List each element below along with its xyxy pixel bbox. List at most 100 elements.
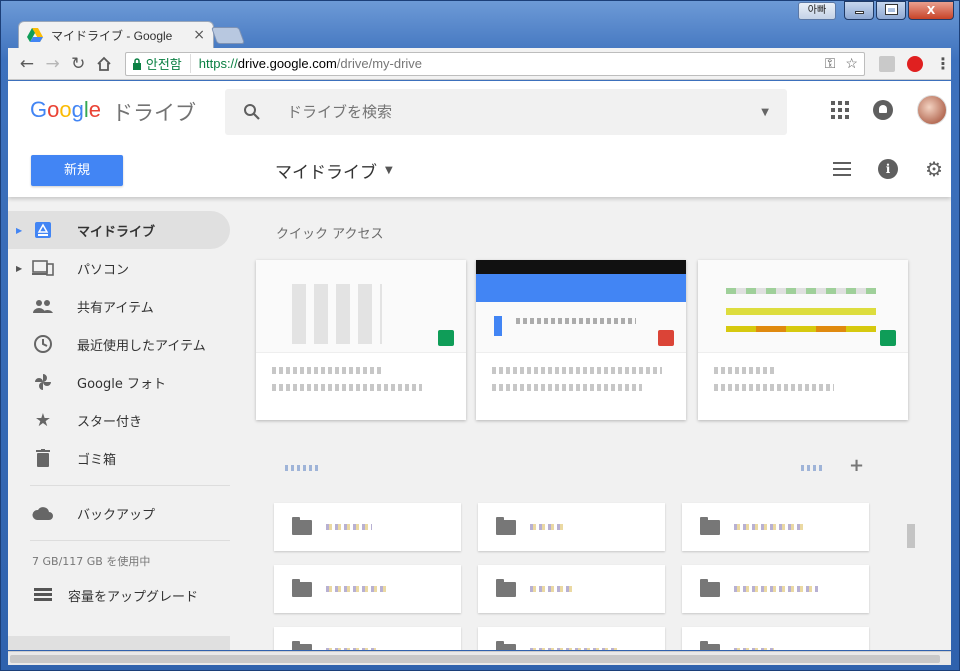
sidebar-item-label: 最近使用したアイテム	[77, 338, 206, 354]
folder-item[interactable]	[274, 503, 461, 551]
browser-toolbar: ← → ↻ 안전함 https:// drive.google.com /dri…	[8, 48, 951, 80]
google-logo[interactable]: Google	[30, 97, 101, 123]
folder-name-obscured	[326, 524, 372, 530]
address-bar[interactable]: 안전함 https:// drive.google.com /drive/my-…	[124, 51, 865, 76]
lock-icon	[132, 57, 141, 70]
sidebar-item-label: バックアップ	[77, 507, 156, 523]
search-icon[interactable]	[243, 103, 261, 121]
horizontal-scrollbar[interactable]	[8, 651, 951, 665]
drive-icon	[32, 219, 54, 241]
folder-icon	[496, 578, 516, 597]
sidebar-item-label: ゴミ箱	[77, 452, 117, 468]
folder-icon	[292, 640, 312, 650]
key-icon[interactable]: ⚿	[825, 55, 836, 72]
expand-arrow-icon[interactable]: ▶	[16, 226, 22, 235]
back-button[interactable]: ←	[14, 51, 40, 77]
folder-item[interactable]	[682, 565, 869, 613]
secure-indicator[interactable]: 안전함	[132, 54, 191, 73]
product-name: ドライブ	[112, 101, 196, 125]
sidebar-item-backup[interactable]: バックアップ	[8, 494, 230, 532]
computers-icon	[32, 257, 54, 279]
add-icon[interactable]: +	[849, 455, 864, 476]
forward-button[interactable]: →	[40, 51, 66, 77]
sidebar-item-trash[interactable]: ゴミ箱	[8, 439, 230, 477]
tab-strip: マイドライブ - Google ×	[8, 18, 948, 48]
avatar[interactable]	[917, 95, 947, 125]
apps-grid-icon[interactable]	[831, 101, 849, 119]
url-host: drive.google.com	[237, 56, 337, 71]
sidebar-divider	[30, 540, 230, 541]
home-icon	[97, 56, 111, 71]
sort-control-obscured[interactable]	[801, 465, 825, 471]
folder-name-obscured	[530, 586, 572, 592]
folder-name-obscured	[734, 586, 818, 592]
tab-my-drive[interactable]: マイドライブ - Google ×	[18, 21, 214, 48]
storage-icon	[32, 584, 54, 606]
sidebar-item-recent[interactable]: 最近使用したアイテム	[8, 325, 230, 363]
tab-title: マイドライブ - Google	[51, 28, 173, 43]
secure-label: 안전함	[145, 57, 182, 72]
minimize-icon	[854, 11, 864, 14]
sidebar-item-starred[interactable]: ★ スター付き	[8, 401, 230, 439]
shared-folder-icon	[700, 516, 720, 535]
search-input[interactable]	[287, 103, 762, 121]
folder-item[interactable]	[682, 503, 869, 551]
quick-access-card[interactable]	[256, 260, 466, 420]
folder-icon	[700, 578, 720, 597]
quick-access-card[interactable]	[476, 260, 686, 420]
drive-header: Google ドライブ ▼ 新規 マイドライブ ▼ i ⚙	[8, 81, 951, 197]
upgrade-storage-link[interactable]: 容量をアップグレード	[8, 575, 230, 615]
quick-access-title: クイック アクセス	[276, 227, 384, 242]
arrow-right-icon: →	[45, 53, 60, 74]
chrome-menu-icon[interactable]: ⋮	[935, 54, 951, 73]
folder-item[interactable]	[478, 503, 665, 551]
folder-item[interactable]	[274, 565, 461, 613]
gear-icon[interactable]: ⚙	[925, 159, 943, 179]
sidebar-item-label: パソコン	[77, 262, 130, 278]
home-button[interactable]	[91, 51, 117, 77]
vertical-scrollbar-thumb[interactable]	[907, 524, 915, 548]
folder-item[interactable]	[274, 627, 461, 650]
horizontal-scrollbar-thumb[interactable]	[10, 655, 940, 663]
list-view-icon[interactable]	[833, 162, 852, 176]
new-tab-button[interactable]	[210, 27, 246, 44]
file-detail-obscured	[492, 384, 642, 391]
expand-arrow-icon[interactable]: ▶	[16, 264, 22, 273]
sidebar-item-label: Google フォト	[77, 376, 166, 392]
extension-red-icon[interactable]	[906, 55, 923, 72]
folder-icon	[496, 640, 516, 650]
folder-icon	[292, 578, 312, 597]
slides-file-icon	[658, 330, 674, 346]
quick-access-card[interactable]	[698, 260, 908, 420]
folder-icon	[700, 640, 720, 650]
tab-close-icon[interactable]: ×	[193, 27, 205, 43]
main-content: クイック アクセス +	[256, 197, 951, 650]
drive-page: Google ドライブ ▼ 新規 マイドライブ ▼ i ⚙ ▶	[8, 81, 951, 650]
folder-item[interactable]	[478, 565, 665, 613]
extension-gray-icon[interactable]	[878, 55, 895, 72]
new-button[interactable]: 新規	[31, 155, 123, 186]
sidebar-item-label: マイドライブ	[77, 224, 156, 240]
star-icon: ★	[34, 409, 52, 431]
search-options-caret-icon[interactable]: ▼	[761, 107, 769, 118]
bookmark-star-icon[interactable]: ☆	[845, 55, 858, 72]
folder-icon	[496, 516, 516, 535]
sidebar-item-label: スター付き	[77, 414, 143, 430]
people-icon	[32, 295, 54, 317]
folder-name-obscured	[326, 586, 386, 592]
folder-name-obscured	[530, 648, 620, 650]
notifications-icon[interactable]	[873, 100, 893, 120]
sheets-file-icon	[880, 330, 896, 346]
info-icon[interactable]: i	[878, 159, 899, 179]
folder-item[interactable]	[478, 627, 665, 650]
sidebar-item-photos[interactable]: Google フォト	[8, 363, 230, 401]
folder-item[interactable]	[682, 627, 869, 650]
storage-usage-text: 7 GB/117 GB を使用中	[32, 555, 151, 568]
reload-icon: ↻	[71, 53, 86, 74]
file-thumbnail	[698, 260, 908, 352]
sidebar-item-computers[interactable]: ▶ パソコン	[8, 249, 230, 287]
sidebar-item-shared[interactable]: 共有アイテム	[8, 287, 230, 325]
reload-button[interactable]: ↻	[65, 51, 91, 77]
sidebar-item-my-drive[interactable]: ▶ マイドライブ	[8, 211, 230, 249]
breadcrumb[interactable]: マイドライブ ▼	[275, 158, 393, 183]
